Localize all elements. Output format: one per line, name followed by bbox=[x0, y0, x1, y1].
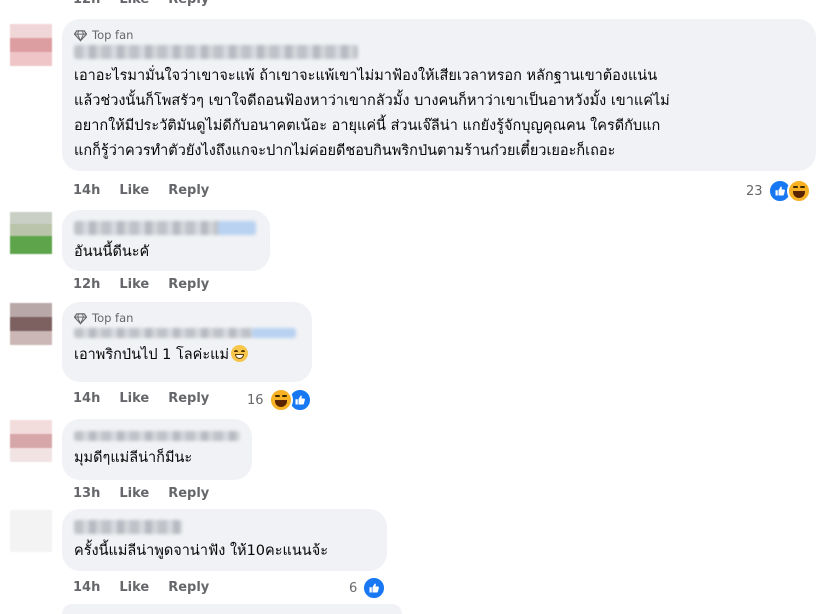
comment-text: เอาพริกป่นไป 1 โลค่ะแม่ bbox=[74, 343, 300, 368]
avatar[interactable] bbox=[10, 212, 52, 254]
like-button[interactable]: Like bbox=[119, 0, 149, 7]
comment-bubble: Top fan เอาอะไรมามั่นใจว่าเขาจะแพ้ ถ้าเข… bbox=[62, 19, 816, 171]
reply-button[interactable]: Reply bbox=[168, 183, 209, 198]
commenter-name[interactable] bbox=[74, 520, 182, 534]
reaction-summary[interactable]: 16 bbox=[247, 388, 312, 412]
next-comment-bubble-edge bbox=[62, 604, 402, 614]
comment-text: มุมดีๆแม่ลีน่าก็มีนะ bbox=[74, 450, 193, 466]
reaction-count: 6 bbox=[349, 580, 358, 596]
comment-bubble: ครั้งนี้แม่ลีน่าพูดจาน่าฟัง ให้10คะแนนจ้… bbox=[62, 509, 387, 571]
comment-actions: 13h Like Reply bbox=[73, 486, 209, 501]
top-fan-badge: Top fan bbox=[74, 27, 804, 43]
comment-text: อันนนี้ดีนะคั bbox=[74, 244, 150, 260]
avatar[interactable] bbox=[10, 24, 52, 66]
comment-actions: 14h Like Reply bbox=[73, 580, 209, 595]
commenter-name[interactable] bbox=[74, 328, 296, 338]
haha-reaction-icon bbox=[786, 179, 811, 203]
like-button[interactable]: Like bbox=[119, 183, 149, 198]
top-fan-badge: Top fan bbox=[74, 310, 300, 326]
commenter-name[interactable] bbox=[74, 431, 240, 441]
reply-button[interactable]: Reply bbox=[168, 0, 209, 7]
comment-text-content: เอาพริกป่นไป 1 โลค่ะแม่ bbox=[74, 347, 230, 363]
comment-actions: 12h Like Reply bbox=[73, 277, 209, 292]
comment-bubble: มุมดีๆแม่ลีน่าก็มีนะ bbox=[62, 419, 252, 480]
comment-bubble: Top fan เอาพริกป่นไป 1 โลค่ะแม่ bbox=[62, 302, 312, 382]
comment-time[interactable]: 12h bbox=[73, 277, 100, 292]
previous-comment-actions: 12h Like Reply bbox=[73, 0, 209, 7]
diamond-icon bbox=[74, 29, 87, 42]
comment-actions: 14h Like Reply bbox=[73, 391, 209, 406]
avatar[interactable] bbox=[10, 303, 52, 345]
comment-time[interactable]: 14h bbox=[73, 391, 100, 406]
reply-button[interactable]: Reply bbox=[168, 486, 209, 501]
avatar[interactable] bbox=[10, 510, 52, 552]
comment-text: ครั้งนี้แม่ลีน่าพูดจาน่าฟัง ให้10คะแนนจ้… bbox=[74, 543, 328, 559]
top-fan-label: Top fan bbox=[92, 311, 134, 325]
comment-time[interactable]: 14h bbox=[73, 183, 100, 198]
comment-time[interactable]: 14h bbox=[73, 580, 100, 595]
reply-button[interactable]: Reply bbox=[168, 391, 209, 406]
like-button[interactable]: Like bbox=[119, 391, 149, 406]
comment-time: 12h bbox=[73, 0, 100, 7]
diamond-icon bbox=[74, 312, 87, 325]
reaction-summary[interactable]: 23 bbox=[746, 179, 811, 203]
haha-reaction-icon bbox=[268, 388, 293, 412]
reaction-count: 16 bbox=[247, 392, 264, 408]
reaction-count: 23 bbox=[746, 183, 763, 199]
comment-time[interactable]: 13h bbox=[73, 486, 100, 501]
comment-bubble: อันนนี้ดีนะคั bbox=[62, 210, 270, 271]
reply-button[interactable]: Reply bbox=[168, 580, 209, 595]
comment-actions: 14h Like Reply bbox=[73, 183, 209, 198]
grinning-emoji-icon bbox=[231, 345, 249, 362]
reply-button[interactable]: Reply bbox=[168, 277, 209, 292]
like-reaction-icon bbox=[362, 576, 387, 600]
reaction-summary[interactable]: 6 bbox=[349, 576, 387, 600]
like-button[interactable]: Like bbox=[119, 277, 149, 292]
like-button[interactable]: Like bbox=[119, 580, 149, 595]
commenter-name[interactable] bbox=[74, 221, 256, 235]
commenter-name[interactable] bbox=[74, 45, 358, 59]
like-button[interactable]: Like bbox=[119, 486, 149, 501]
top-fan-label: Top fan bbox=[92, 28, 134, 42]
avatar[interactable] bbox=[10, 420, 52, 462]
comment-text: เอาอะไรมามั่นใจว่าเขาจะแพ้ ถ้าเขาจะแพ้เข… bbox=[74, 68, 670, 159]
